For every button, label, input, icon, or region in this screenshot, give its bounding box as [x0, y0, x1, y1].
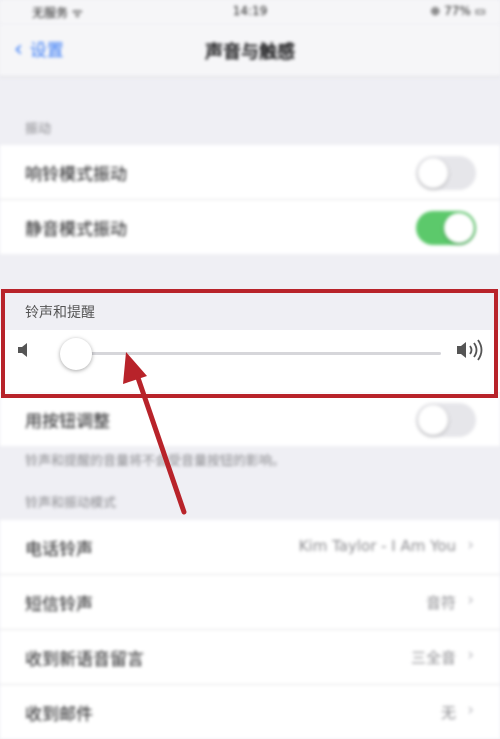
change-with-buttons-label: 用按钮调整 [25, 412, 110, 432]
change-with-buttons-row: 用按钮调整 [0, 392, 500, 446]
new-mail-label: 收到邮件 [25, 705, 93, 725]
text-tone-label: 短信铃声 [25, 595, 93, 615]
speaker-high-icon [457, 339, 483, 361]
vibrate-on-silent-row: 静音模式振动 [0, 200, 500, 254]
chevron-right-icon: › [467, 535, 474, 555]
ringtone-value: Kim Taylor - I Am You [298, 537, 456, 555]
chevron-right-icon: › [467, 645, 474, 665]
toggle-knob [418, 158, 448, 188]
vibrate-section-header: 振动 [25, 122, 52, 137]
new-mail-value: 无 [440, 704, 456, 722]
vibrate-on-silent-toggle[interactable] [416, 211, 476, 245]
sounds-group: 电话铃声 Kim Taylor - I Am You › 短信铃声 音符 › 收… [0, 520, 500, 739]
sounds-section-header: 铃声和振动模式 [25, 496, 117, 511]
vibrate-group: 响铃模式振动 静音模式振动 [0, 145, 500, 254]
navigation-bar: ‹ 设置 声音与触感 [0, 24, 500, 77]
ringer-alerts-section: 铃声和提醒 [0, 288, 500, 392]
text-tone-row[interactable]: 短信铃声 音符 › [0, 575, 500, 630]
new-voicemail-row[interactable]: 收到新语音留言 三全音 › [0, 630, 500, 685]
vibrate-on-ring-toggle[interactable] [416, 156, 476, 190]
volume-footnote: 铃声和提醒的音量将不会受音量按钮的影响。 [25, 454, 286, 469]
ringer-volume-row [0, 330, 500, 392]
speaker-low-icon [18, 343, 27, 357]
toggle-knob [418, 405, 448, 435]
change-with-buttons-group: 用按钮调整 [0, 392, 500, 446]
page-title: 声音与触感 [205, 42, 295, 63]
text-tone-value: 音符 [425, 594, 456, 612]
chevron-right-icon: › [467, 700, 474, 720]
ringer-volume-slider[interactable] [75, 352, 441, 355]
ringtone-label: 电话铃声 [25, 540, 93, 560]
battery-indicator: ⊕ 77% ▭ [430, 4, 486, 18]
vibrate-on-ring-row: 响铃模式振动 [0, 145, 500, 200]
new-voicemail-value: 三全音 [410, 649, 456, 667]
vibrate-on-ring-label: 响铃模式振动 [25, 165, 127, 185]
clock: 14:19 [232, 4, 268, 18]
ringtone-row[interactable]: 电话铃声 Kim Taylor - I Am You › [0, 520, 500, 575]
new-mail-row[interactable]: 收到邮件 无 › [0, 685, 500, 739]
toggle-knob [444, 213, 474, 243]
slider-knob[interactable] [60, 338, 92, 370]
chevron-right-icon: › [467, 590, 474, 610]
ringer-alerts-heading: 铃声和提醒 [25, 305, 95, 321]
new-voicemail-label: 收到新语音留言 [25, 650, 144, 670]
status-bar: 无服务 ᯤ 14:19 ⊕ 77% ▭ [0, 0, 500, 24]
vibrate-on-silent-label: 静音模式振动 [25, 220, 127, 240]
change-with-buttons-toggle[interactable] [416, 403, 476, 437]
